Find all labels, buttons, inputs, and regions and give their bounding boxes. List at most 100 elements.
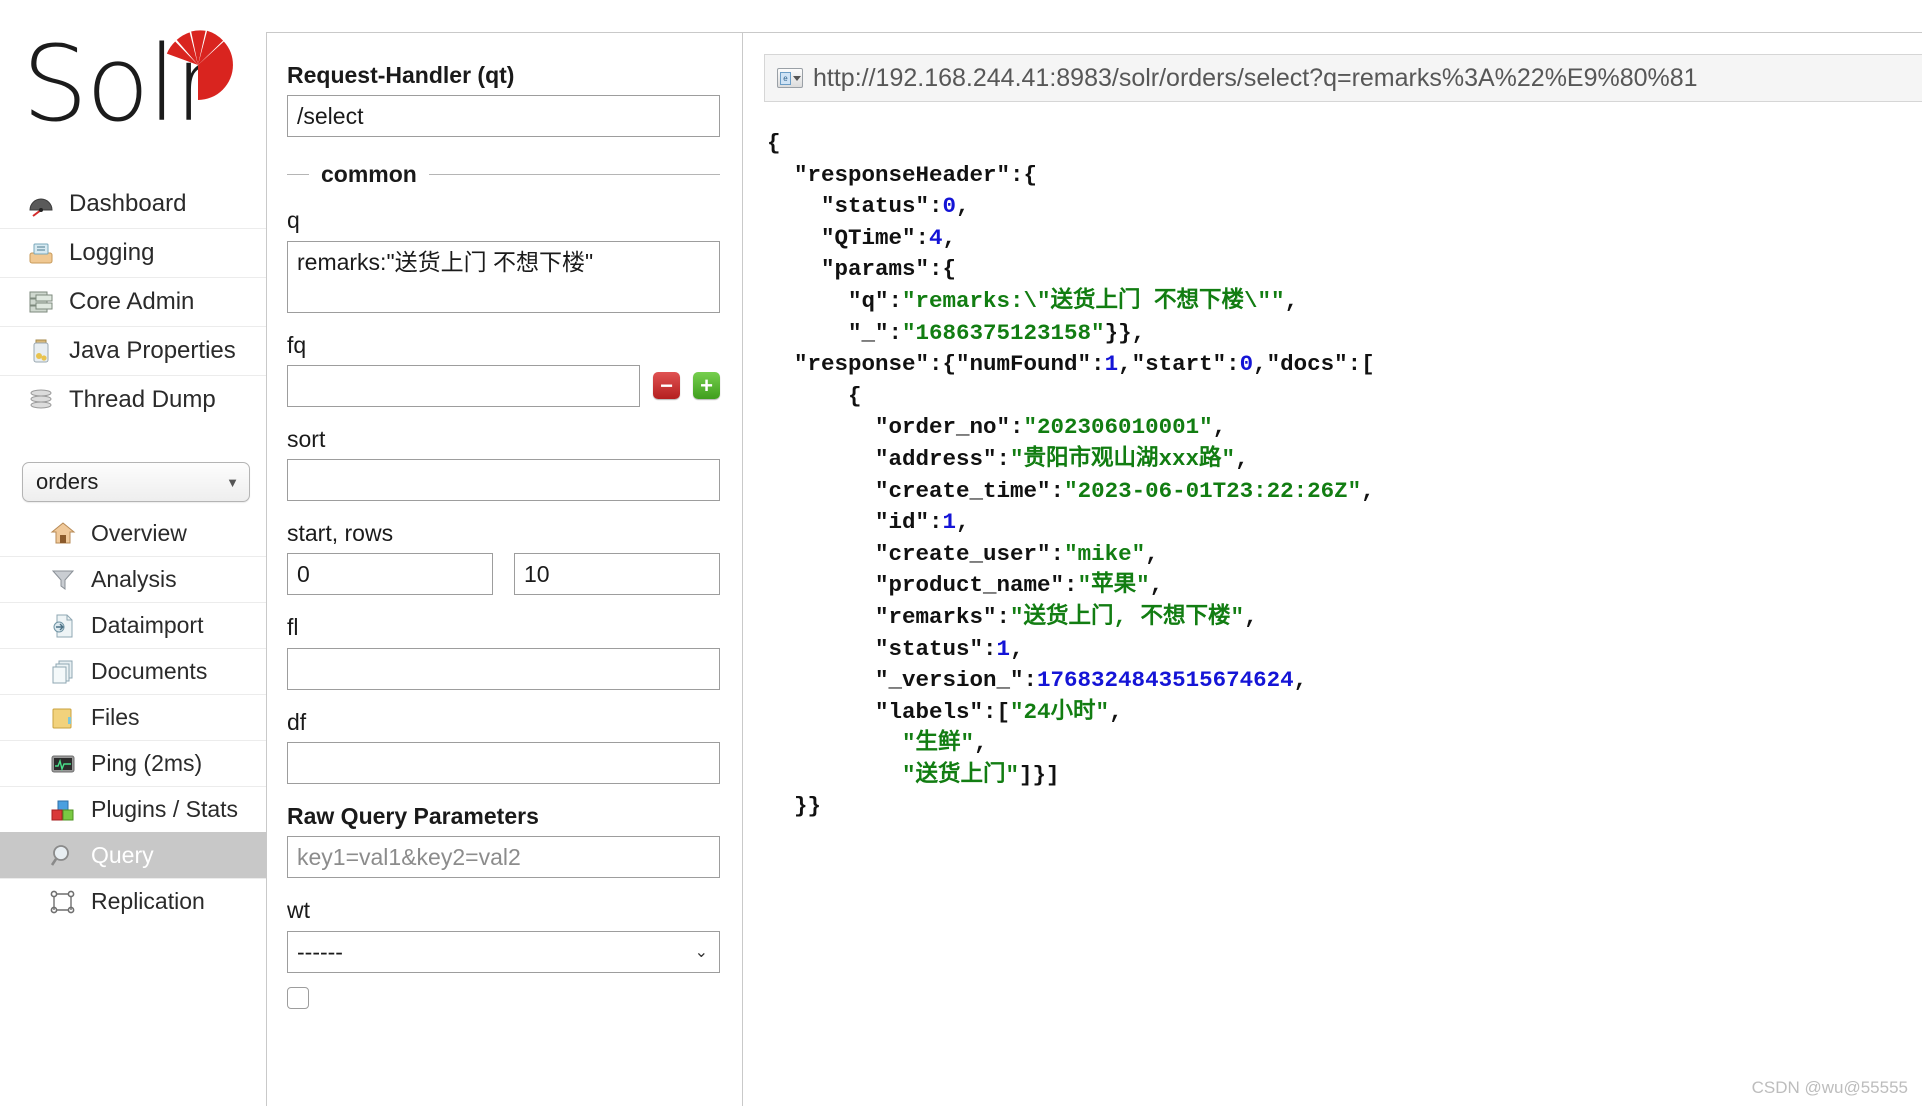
json-token: , [974,730,988,757]
sidebar-core-nav: Overview Analysis Dataimport Documents F… [0,510,266,924]
solr-logo[interactable]: Solr [0,0,266,175]
json-token: ]}] [1019,761,1060,788]
page-icon: e [777,68,803,88]
sidebar-item-ping[interactable]: Ping (2ms) [0,740,266,786]
sidebar-item-query[interactable]: Query [0,832,266,878]
wt-select-wrap: ------ ⌄ [287,930,720,973]
json-token: "24小时" [1010,698,1110,725]
df-input[interactable] [287,742,720,785]
raw-query-parameters-input[interactable] [287,836,720,879]
json-token: , [1361,477,1375,504]
json-token: "苹果" [1077,572,1150,599]
json-token: "生鲜" [902,730,975,757]
json-token: "product_name": [767,572,1078,599]
sidebar-item-documents[interactable]: Documents [0,648,266,694]
sidebar-item-plugins-stats[interactable]: Plugins / Stats [0,786,266,832]
q-input[interactable]: remarks:"送货上门 不想下楼" [287,240,720,313]
json-token: , [1010,635,1024,662]
documents-stack-icon [48,657,78,687]
thread-dump-stack-icon [26,385,56,415]
logging-tray-icon [26,238,56,268]
request-handler-label: Request-Handler (qt) [287,62,515,88]
fq-label: fq [287,331,307,358]
json-token: }} [767,793,822,820]
wt-label: wt [287,897,310,924]
json-token: , [956,509,970,536]
sidebar-item-label: Thread Dump [69,386,216,413]
ping-monitor-icon [48,749,78,779]
json-token: { [767,382,862,409]
sidebar-item-logging[interactable]: Logging [0,228,266,277]
sidebar-item-thread-dump[interactable]: Thread Dump [0,375,266,424]
json-token: "remarks": [767,603,1011,630]
dataimport-page-icon [48,611,78,641]
json-token: }}, [1104,319,1146,346]
json-token: "labels":[ [767,698,1011,725]
result-url-bar[interactable]: e http://192.168.244.41:8983/solr/orders… [764,54,1922,102]
json-token: "create_time": [767,477,1065,504]
sidebar-item-label: Query [91,842,154,868]
sidebar-item-dataimport[interactable]: Dataimport [0,602,266,648]
sidebar-item-label: Ping (2ms) [91,750,203,776]
funnel-icon [48,565,78,595]
fl-input[interactable] [287,647,720,690]
core-selector-button[interactable]: orders ▼ [22,462,250,502]
sidebar-item-java-properties[interactable]: Java Properties [0,326,266,375]
sidebar-item-label: Logging [69,239,155,266]
json-token: "1686375123158" [902,319,1105,346]
indent-checkbox-row [287,986,720,1014]
sidebar-item-label: Replication [91,888,205,914]
json-token: , [1109,698,1123,725]
indent-checkbox[interactable] [287,986,309,1009]
rows-input[interactable] [514,553,720,596]
sidebar-item-dashboard[interactable]: Dashboard [0,179,266,228]
core-selector-value: orders [36,469,99,494]
solr-sunburst-icon [166,30,233,100]
sidebar-item-analysis[interactable]: Analysis [0,556,266,602]
json-token: ,"start": [1118,351,1240,378]
json-token: "status": [767,635,997,662]
json-token: "order_no": [767,414,1024,441]
json-token: "202306010001" [1023,414,1213,441]
sidebar-item-files[interactable]: Files [0,694,266,740]
watermark: CSDN @wu@55555 [1751,1078,1908,1097]
request-handler-input[interactable] [287,95,720,138]
fq-add-button[interactable]: + [693,372,720,400]
replication-nodes-icon [48,887,78,917]
chevron-down-icon: ▼ [226,474,239,490]
json-token: { [767,130,781,156]
json-token: , [1284,287,1299,314]
sidebar-item-label: Analysis [91,566,177,592]
sidebar-item-label: Dataimport [91,612,204,638]
sidebar-item-label: Dashboard [69,189,187,217]
json-token: "送货上门" [902,761,1020,788]
json-token: 1 [996,635,1011,662]
json-token: "create_user": [767,540,1065,567]
solr-admin-app: Solr Dashboard Logging Core Admin Java P… [0,0,1922,1106]
json-token: 4 [929,224,943,251]
json-token: "贵阳市观山湖xxx路" [1010,445,1236,472]
json-token: , [1212,414,1227,441]
sidebar-item-core-admin[interactable]: Core Admin [0,277,266,326]
folder-icon [48,703,78,733]
sidebar-item-overview[interactable]: Overview [0,510,266,556]
minus-icon: − [660,372,673,398]
fq-input[interactable] [287,364,640,407]
json-token: ,"docs":[ [1253,351,1375,378]
json-token: "_": [767,319,903,346]
legend-dash-right [428,174,720,176]
sidebar-item-replication[interactable]: Replication [0,878,266,924]
core-selector[interactable]: orders ▼ [22,462,250,502]
start-input[interactable] [287,553,493,596]
java-properties-jar-icon [26,336,56,366]
fq-remove-button[interactable]: − [653,372,680,400]
plus-icon: + [700,372,713,398]
wt-select[interactable]: ------ [287,930,720,973]
json-token: 0 [942,193,957,220]
df-label: df [287,708,307,735]
json-token: "params":{ [767,256,957,283]
sort-input[interactable] [287,459,720,502]
magnifier-icon [48,841,78,871]
